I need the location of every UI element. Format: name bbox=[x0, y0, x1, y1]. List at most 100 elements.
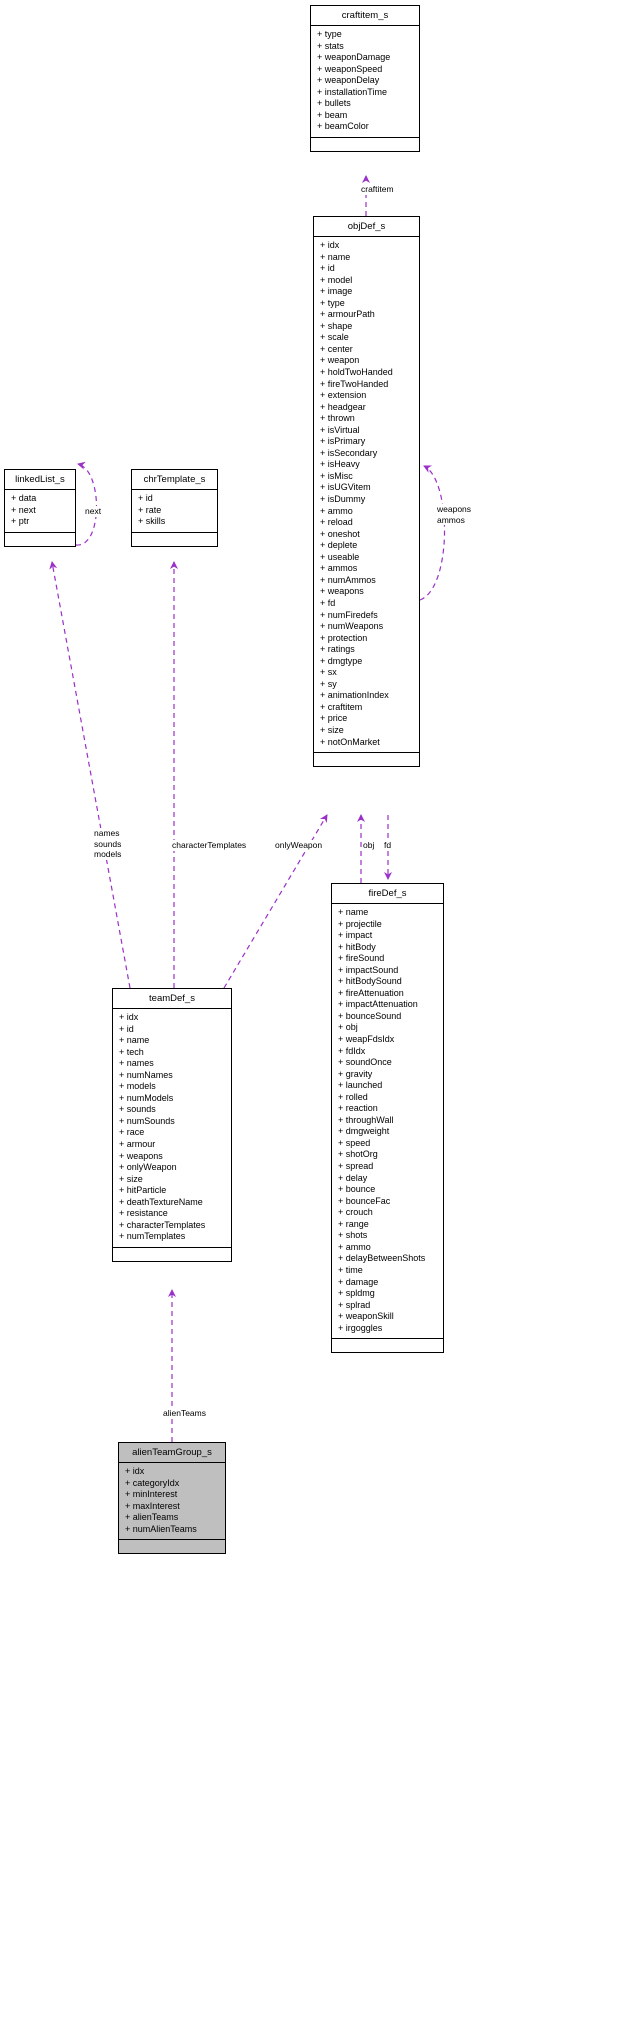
uml-class-attributes: + type + stats + weaponDamage + weaponSpeed… bbox=[311, 26, 419, 138]
uml-attribute: + resistance bbox=[119, 1208, 168, 1219]
uml-attribute: + size bbox=[320, 724, 344, 735]
uml-attribute: + skills bbox=[138, 516, 166, 527]
uml-attribute: + hitBody bbox=[338, 941, 376, 952]
uml-attribute: + numWeapons bbox=[320, 621, 384, 632]
uml-class-methods bbox=[332, 1339, 443, 1352]
uml-attribute: + irgoggles bbox=[338, 1322, 383, 1333]
uml-attribute: + numAlienTeams bbox=[125, 1523, 197, 1534]
uml-attribute: + isPrimary bbox=[320, 436, 366, 447]
uml-class-objDef_s[interactable]: objDef_s + idx + name + id + model + image + t… bbox=[313, 216, 420, 768]
uml-attribute: + categoryIdx bbox=[125, 1477, 180, 1488]
uml-attribute: + weaponDamage bbox=[317, 52, 391, 63]
uml-class-alienTeamGroup_s[interactable]: alienTeamGroup_s + idx + categoryIdx + minI… bbox=[118, 1442, 226, 1555]
uml-attribute: + name bbox=[338, 907, 369, 917]
uml-attribute: + type bbox=[320, 297, 345, 308]
uml-class-attributes: + idx + name + id + model + image + type + arm… bbox=[314, 237, 419, 754]
uml-attribute: + ammos bbox=[320, 563, 358, 574]
uml-class-methods bbox=[311, 138, 419, 151]
uml-attribute: + fdIdx bbox=[338, 1045, 366, 1056]
uml-attribute: + shape bbox=[320, 320, 353, 331]
uml-class-craftitem_s[interactable]: craftitem_s + type + stats + weaponDamage + … bbox=[310, 5, 420, 152]
uml-attribute: + weapons bbox=[320, 586, 364, 597]
edge-label-line: names bbox=[94, 828, 120, 838]
edge-label-weapons-ammos: weapons ammos bbox=[437, 504, 472, 525]
edge-label-line: obj bbox=[363, 840, 375, 850]
uml-attribute: + isVirtual bbox=[320, 424, 360, 435]
uml-attribute: + isUGVitem bbox=[320, 482, 371, 493]
uml-attribute: + projectile bbox=[338, 918, 382, 929]
uml-attribute: + holdTwoHanded bbox=[320, 367, 393, 378]
uml-attribute: + characterTemplates bbox=[119, 1219, 206, 1230]
edge-label-craftitem: craftitem bbox=[361, 184, 394, 195]
uml-attribute: + range bbox=[338, 1218, 369, 1229]
uml-attribute: + thrown bbox=[320, 413, 355, 424]
edge-label-line: onlyWeapon bbox=[275, 840, 323, 850]
uml-class-attributes: + data + next + ptr bbox=[5, 490, 75, 533]
uml-class-attributes: + id + rate + skills bbox=[132, 490, 217, 533]
uml-attribute: + isMisc bbox=[320, 470, 353, 481]
uml-class-methods bbox=[113, 1248, 231, 1261]
uml-class-title: fireDef_s bbox=[332, 884, 443, 904]
uml-attribute: + sy bbox=[320, 678, 337, 689]
uml-attribute: + ptr bbox=[11, 516, 30, 527]
uml-attribute: + idx bbox=[119, 1012, 139, 1022]
uml-attribute: + bullets bbox=[317, 98, 351, 109]
uml-attribute: + idx bbox=[320, 240, 340, 250]
uml-attribute: + size bbox=[119, 1173, 143, 1184]
edge-teamDef-to-linkedList bbox=[49, 561, 131, 989]
uml-attribute: + weapons bbox=[119, 1150, 163, 1161]
uml-class-linkedList_s[interactable]: linkedList_s + data + next + ptr bbox=[4, 469, 76, 547]
edge-label-line: next bbox=[85, 506, 102, 516]
uml-attribute: + ratings bbox=[320, 644, 355, 655]
uml-attribute: + rate bbox=[138, 504, 162, 515]
uml-attribute: + extension bbox=[320, 390, 367, 401]
uml-attribute: + isSecondary bbox=[320, 447, 378, 458]
uml-attribute: + numFiredefs bbox=[320, 609, 378, 620]
uml-attribute: + notOnMarket bbox=[320, 736, 380, 747]
uml-attribute: + isHeavy bbox=[320, 459, 360, 470]
uml-attribute: + next bbox=[11, 504, 36, 515]
uml-attribute: + weapFdsIdx bbox=[338, 1034, 395, 1045]
uml-attribute: + isDummy bbox=[320, 494, 366, 505]
uml-attribute: + beam bbox=[317, 109, 348, 120]
edge-label-next: next bbox=[85, 506, 102, 517]
uml-class-fireDef_s[interactable]: fireDef_s + name + projectile + impact + hit… bbox=[331, 883, 444, 1354]
uml-attribute: + ammo bbox=[338, 1241, 371, 1252]
uml-attribute: + delayBetweenShots bbox=[338, 1253, 426, 1264]
uml-attribute: + numModels bbox=[119, 1092, 174, 1103]
uml-attribute: + bounceFac bbox=[338, 1195, 391, 1206]
uml-attribute: + beamColor bbox=[317, 121, 369, 132]
uml-attribute: + protection bbox=[320, 632, 368, 643]
uml-class-teamDef_s[interactable]: teamDef_s + idx + id + name + tech + names + n… bbox=[112, 988, 232, 1262]
uml-class-title: craftitem_s bbox=[311, 6, 419, 26]
uml-attribute: + data bbox=[11, 493, 37, 503]
uml-attribute: + fd bbox=[320, 597, 336, 608]
uml-attribute: + maxInterest bbox=[125, 1500, 180, 1511]
uml-class-title: chrTemplate_s bbox=[132, 470, 217, 490]
edge-label-alienTeams: alienTeams bbox=[163, 1408, 206, 1419]
uml-attribute: + id bbox=[119, 1023, 134, 1034]
uml-attribute: + models bbox=[119, 1081, 156, 1092]
uml-attribute: + splrad bbox=[338, 1299, 371, 1310]
uml-diagram-canvas: craftitem_s + type + stats + weaponDamage + … bbox=[0, 0, 629, 2037]
edge-label-line: craftitem bbox=[361, 184, 394, 194]
edge-label-obj: obj bbox=[363, 840, 375, 851]
uml-attribute: + price bbox=[320, 713, 348, 724]
uml-attribute: + launched bbox=[338, 1080, 383, 1091]
uml-attribute: + animationIndex bbox=[320, 690, 389, 701]
uml-attribute: + dmgweight bbox=[338, 1126, 390, 1137]
uml-attribute: + tech bbox=[119, 1046, 144, 1057]
uml-attribute: + obj bbox=[338, 1022, 358, 1033]
uml-attribute: + craftitem bbox=[320, 701, 363, 712]
uml-class-methods bbox=[5, 533, 75, 546]
uml-attribute: + gravity bbox=[338, 1068, 373, 1079]
uml-class-attributes: + idx + categoryIdx + minInterest + maxInte… bbox=[119, 1463, 225, 1541]
edge-label-line: models bbox=[94, 849, 122, 859]
uml-class-chrTemplate_s[interactable]: chrTemplate_s + id + rate + skills bbox=[131, 469, 218, 547]
uml-class-title: teamDef_s bbox=[113, 989, 231, 1009]
uml-attribute: + spldmg bbox=[338, 1288, 375, 1299]
uml-class-methods bbox=[119, 1540, 225, 1553]
uml-attribute: + impactAttenuation bbox=[338, 999, 418, 1010]
uml-attribute: + numSounds bbox=[119, 1115, 175, 1126]
uml-attribute: + weaponSpeed bbox=[317, 63, 383, 74]
